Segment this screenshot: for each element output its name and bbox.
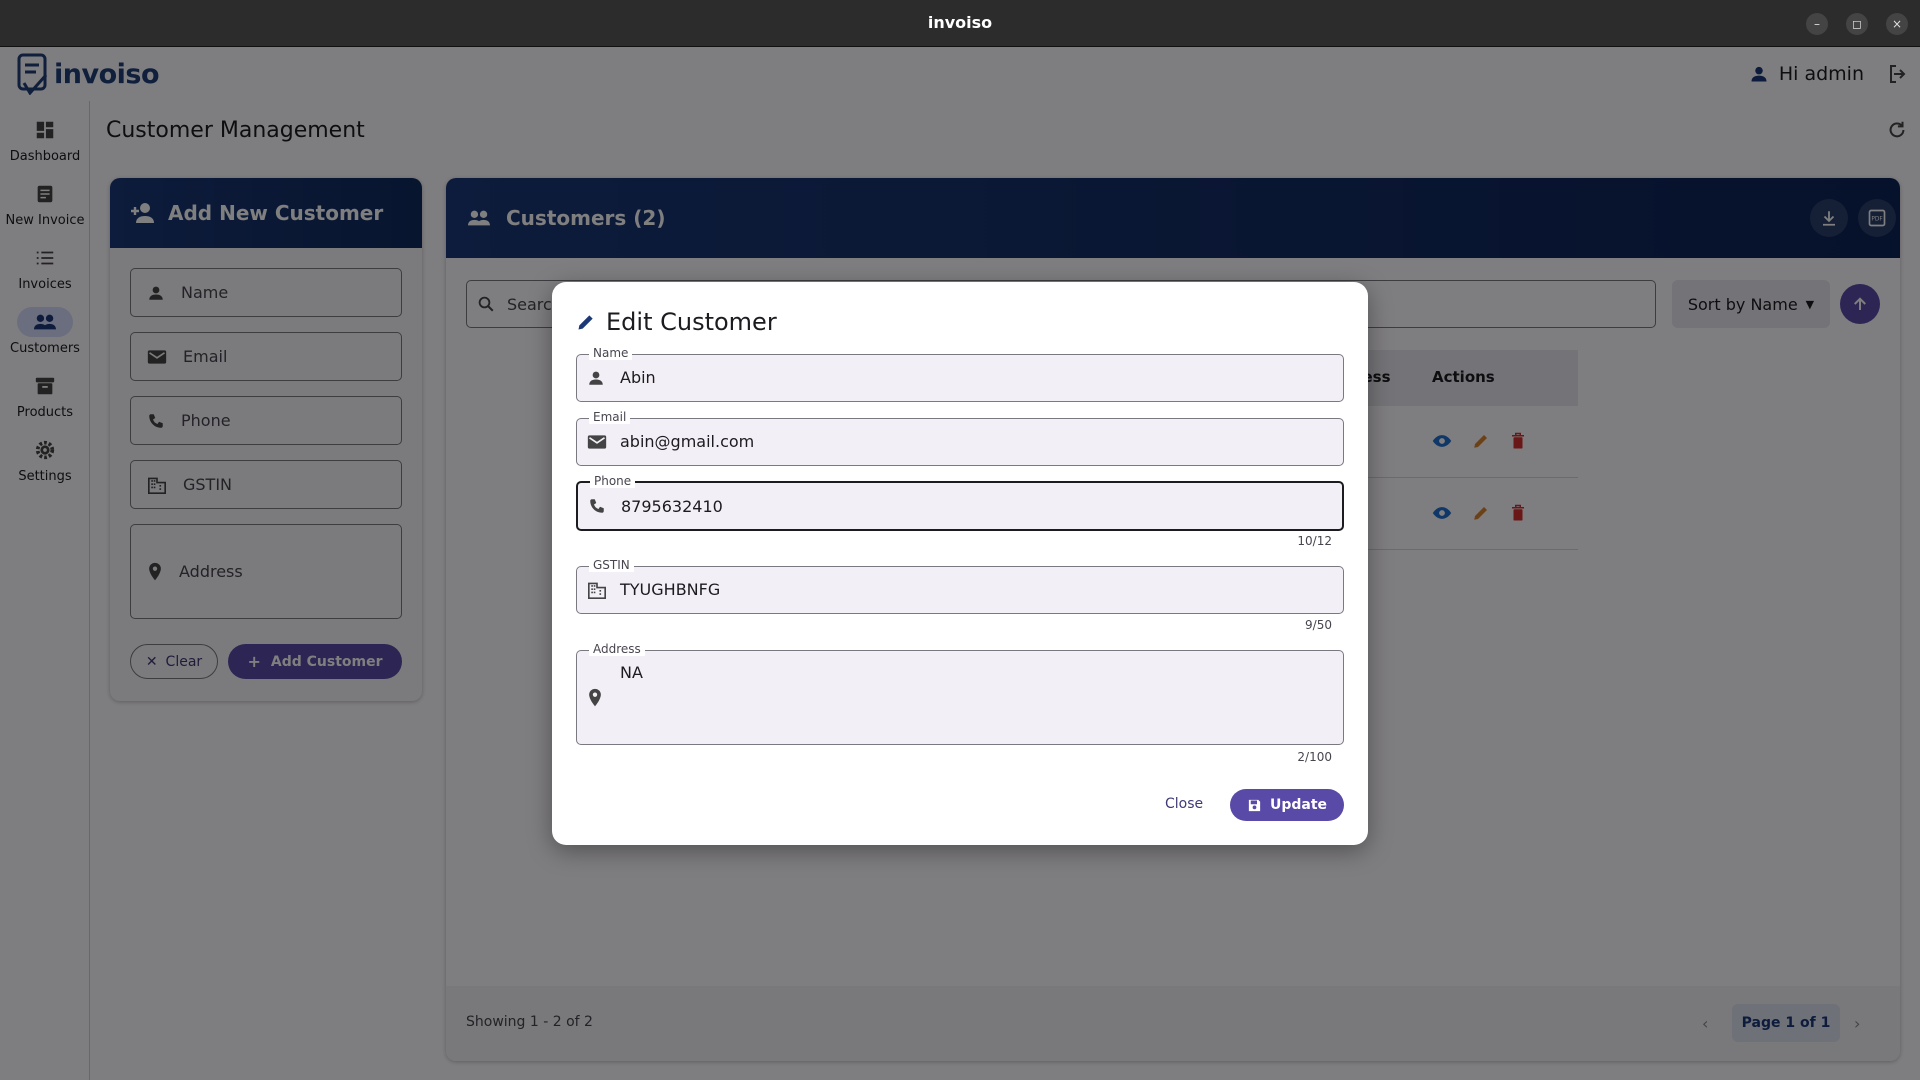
close-button[interactable]: Close: [1165, 796, 1203, 812]
address-counter: 2/100: [1297, 750, 1332, 764]
address-field[interactable]: Address NA: [576, 642, 1344, 745]
name-label: Name: [589, 346, 633, 360]
phone-value: 8795632410: [621, 497, 723, 516]
email-field[interactable]: Email abin@gmail.com: [576, 410, 1344, 466]
dialog-title: Edit Customer: [576, 308, 777, 336]
email-value: abin@gmail.com: [620, 432, 755, 451]
window-titlebar: invoiso – ◻ ×: [0, 0, 1920, 47]
name-value: Abin: [620, 368, 656, 387]
edit-customer-dialog: Edit Customer Name Abin Email abin@gmail…: [552, 282, 1368, 845]
close-window-button[interactable]: ×: [1886, 13, 1908, 35]
location-icon: [589, 688, 601, 707]
edit-icon: [578, 315, 593, 330]
minimize-button[interactable]: –: [1806, 13, 1828, 35]
window-title: invoiso: [927, 13, 993, 32]
gstin-value: TYUGHBNFG: [620, 580, 721, 599]
phone-counter: 10/12: [1297, 534, 1332, 548]
maximize-button[interactable]: ◻: [1846, 13, 1868, 35]
person-icon: [589, 371, 603, 385]
phone-field[interactable]: Phone 8795632410: [576, 474, 1344, 531]
business-icon: [588, 582, 606, 599]
address-value: NA: [620, 663, 643, 682]
name-field[interactable]: Name Abin: [576, 346, 1344, 402]
save-icon: [1248, 799, 1261, 811]
email-label: Email: [589, 410, 631, 424]
update-button[interactable]: Update: [1230, 789, 1344, 821]
phone-label: Phone: [590, 474, 636, 488]
gstin-field[interactable]: GSTIN TYUGHBNFG: [576, 558, 1344, 614]
mail-icon: [587, 435, 607, 449]
gstin-label: GSTIN: [589, 558, 634, 572]
address-label: Address: [589, 642, 645, 656]
gstin-counter: 9/50: [1305, 618, 1332, 632]
phone-icon: [590, 499, 604, 513]
